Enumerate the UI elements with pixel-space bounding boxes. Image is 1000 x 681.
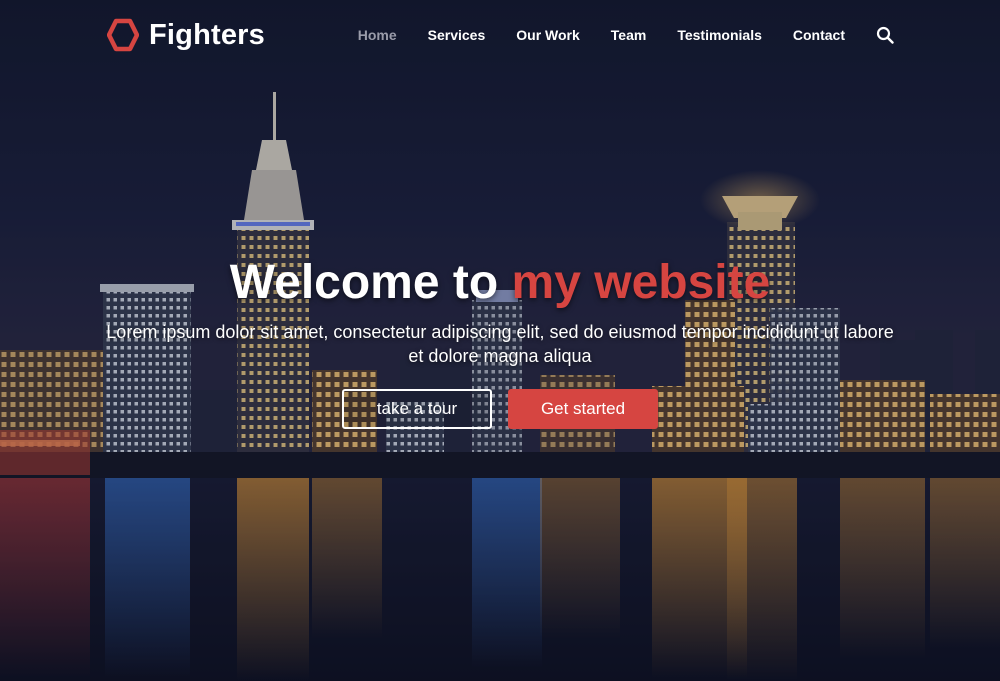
hero-actions: take a tour Get started bbox=[0, 389, 1000, 429]
nav-item-team[interactable]: Team bbox=[611, 26, 647, 44]
hexagon-icon bbox=[107, 18, 139, 52]
hero-subtitle: Lorem ipsum dolor sit amet, consectetur … bbox=[106, 322, 894, 366]
hero-title-lead: Welcome to bbox=[229, 256, 499, 309]
main-nav: Home Services Our Work Team Testimonials… bbox=[358, 26, 894, 44]
nav-item-testimonials[interactable]: Testimonials bbox=[677, 26, 762, 44]
brand-name: Fighters bbox=[149, 18, 265, 51]
landing-page: Fighters Home Services Our Work Team Tes… bbox=[0, 0, 1000, 681]
nav-item-services[interactable]: Services bbox=[428, 26, 486, 44]
hero-section: Welcome to my website Lorem ipsum dolor … bbox=[0, 252, 1000, 429]
take-a-tour-button[interactable]: take a tour bbox=[342, 389, 492, 429]
search-icon[interactable] bbox=[876, 26, 894, 44]
brand-logo[interactable]: Fighters bbox=[107, 17, 265, 53]
site-header: Fighters Home Services Our Work Team Tes… bbox=[0, 0, 1000, 72]
hero-title: Welcome to my website bbox=[0, 252, 1000, 314]
nav-item-contact[interactable]: Contact bbox=[793, 26, 845, 44]
hero-title-accent: my website bbox=[511, 256, 771, 309]
nav-item-our-work[interactable]: Our Work bbox=[516, 26, 580, 44]
nav-item-home[interactable]: Home bbox=[358, 26, 397, 44]
get-started-button[interactable]: Get started bbox=[508, 389, 658, 429]
